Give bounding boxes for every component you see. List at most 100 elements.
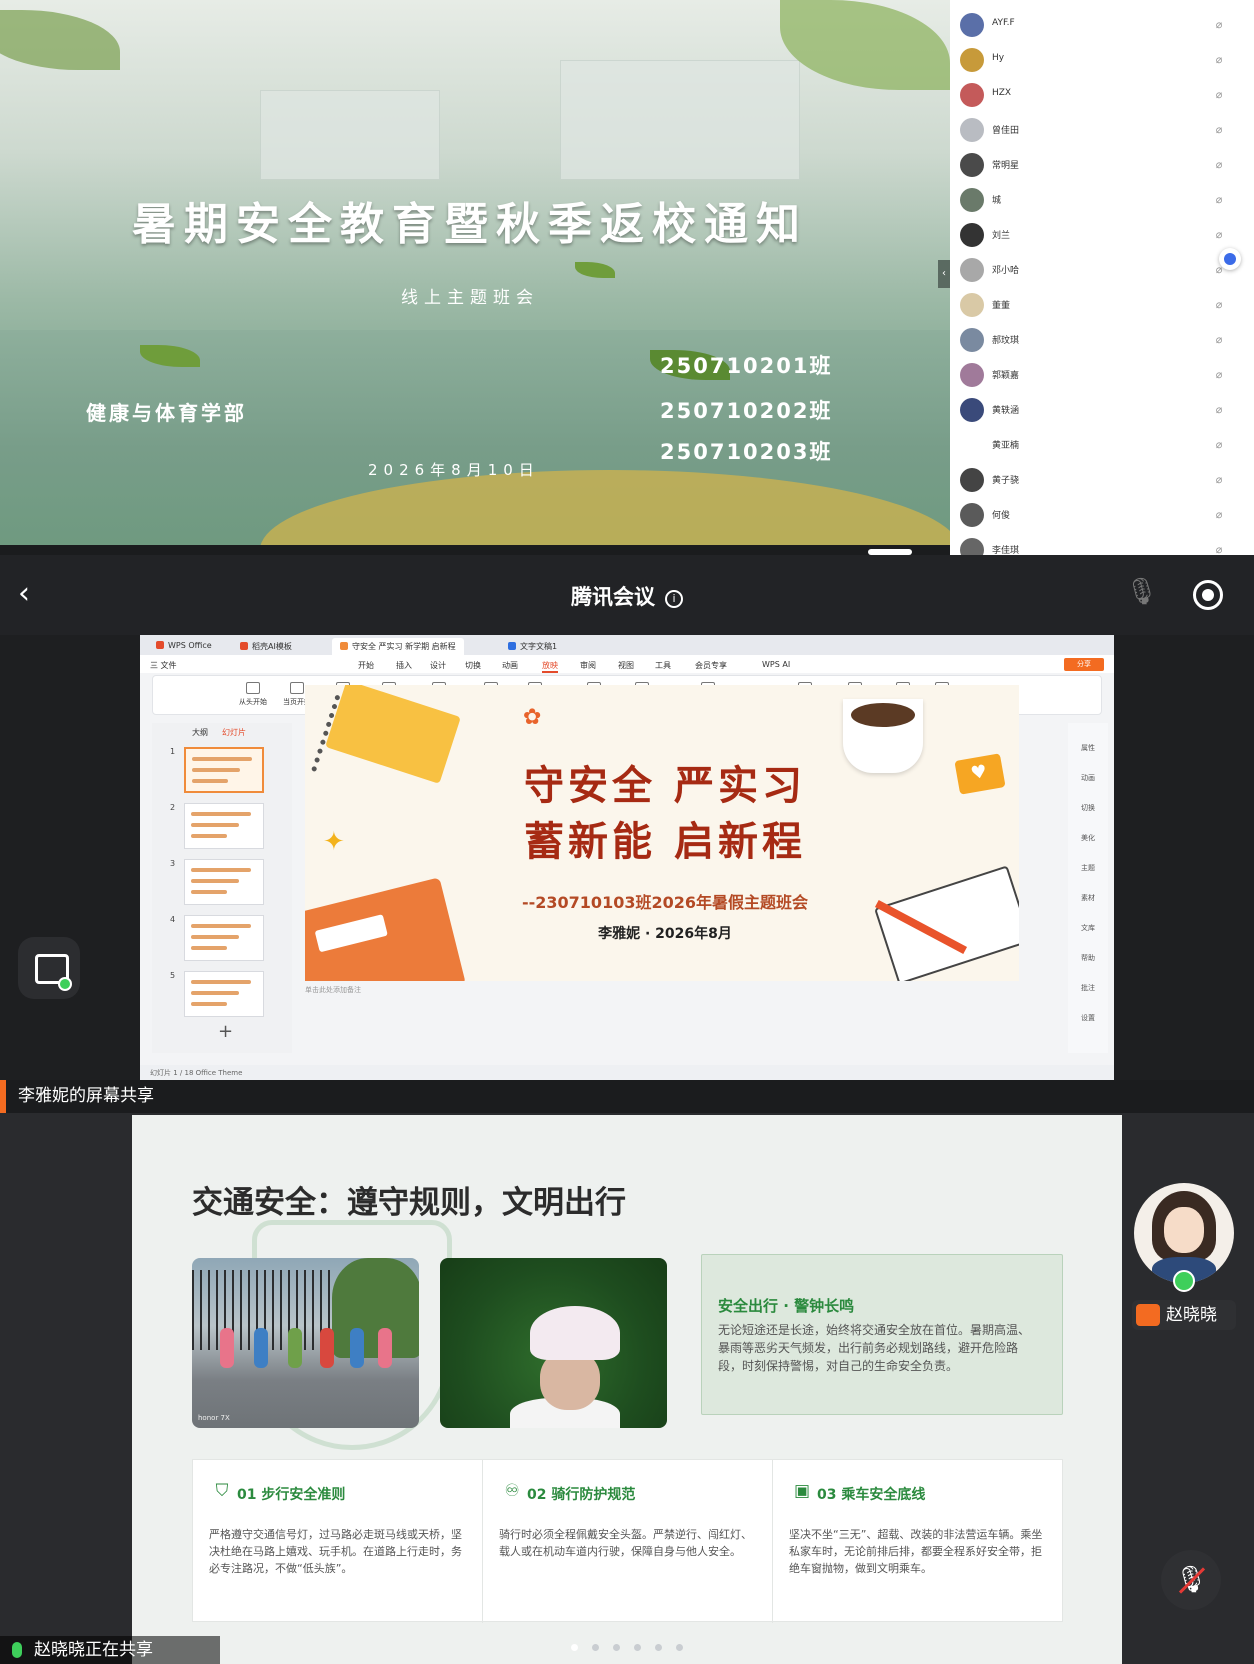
chat-icon[interactable] xyxy=(18,937,80,999)
page-dot[interactable] xyxy=(634,1644,641,1651)
side-rail-item[interactable]: 设置 xyxy=(1076,1013,1100,1023)
class-label: 250710201班 xyxy=(660,354,833,378)
menu-item[interactable]: 三 文件 xyxy=(150,660,177,671)
side-rail-item[interactable]: 动画 xyxy=(1076,773,1100,783)
side-rail-item[interactable]: 批注 xyxy=(1076,983,1100,993)
side-rail-item[interactable]: 主题 xyxy=(1076,863,1100,873)
participant-row[interactable]: 黄轶涵 ⌀ xyxy=(950,395,1254,425)
page-dot[interactable] xyxy=(676,1644,683,1651)
menu-item[interactable]: 会员专享 xyxy=(695,660,727,671)
participant-row[interactable]: 董董 ⌀ xyxy=(950,290,1254,320)
participant-row[interactable]: HZX ⌀ xyxy=(950,80,1254,110)
side-rail-item[interactable]: 属性 xyxy=(1076,743,1100,753)
side-rail-item[interactable]: 美化 xyxy=(1076,833,1100,843)
ribbon-label: 从头开始 xyxy=(239,698,267,706)
muted-mic-icon: ⌀ xyxy=(1215,88,1223,101)
participant-row[interactable]: 黄亚楠 ⌀ xyxy=(950,430,1254,460)
muted-mic-icon: ⌀ xyxy=(1215,438,1223,451)
side-rail-item[interactable]: 帮助 xyxy=(1076,953,1100,963)
participant-name: 郝玟琪 xyxy=(992,336,1020,346)
add-slide-button[interactable]: + xyxy=(218,1021,233,1042)
page-dot[interactable] xyxy=(592,1644,599,1651)
menu-item[interactable]: 切换 xyxy=(465,660,481,671)
participant-row[interactable]: 城 ⌀ xyxy=(950,185,1254,215)
participant-row[interactable]: 李佳琪 ⌀ xyxy=(950,535,1254,555)
wps-tab[interactable]: 守安全 严实习 新学期 启新程 xyxy=(332,638,464,655)
participant-avatar xyxy=(960,328,984,352)
participant-row[interactable]: 曾佳田 ⌀ xyxy=(950,115,1254,145)
side-rail-item[interactable]: 切换 xyxy=(1076,803,1100,813)
speaker-avatar[interactable] xyxy=(1134,1183,1234,1283)
thumbnail-content-line xyxy=(191,980,251,984)
child-figure xyxy=(254,1328,268,1368)
record-button[interactable] xyxy=(1193,580,1223,610)
wps-tab[interactable]: WPS Office xyxy=(148,638,220,655)
slide-thumbnail[interactable] xyxy=(184,971,264,1017)
wps-menu-bar: 分享 三 文件 开始 插入 设计 切换 动画 放映 审阅 视图 工具 会员专享 WPS AI xyxy=(140,655,1114,673)
notes-hint[interactable]: 单击此处添加备注 xyxy=(305,985,1019,997)
floating-assist-button[interactable] xyxy=(1219,248,1241,270)
muted-mic-icon: ⌀ xyxy=(1215,543,1223,555)
page-dot[interactable] xyxy=(655,1644,662,1651)
page-dot[interactable] xyxy=(613,1644,620,1651)
side-rail-item[interactable]: 素材 xyxy=(1076,893,1100,903)
rule-body: 坚决不坐“三无”、超载、改装的非法营运车辆。乘坐私家车时，无论前排后排，都要全程… xyxy=(789,1528,1043,1575)
rule-cycling: ♾ 02 骑行防护规范 骑行时必须全程佩戴安全头盔。严禁逆行、闯红灯、载人或在机… xyxy=(483,1460,773,1623)
wps-tab[interactable]: 稻壳AI模板 xyxy=(232,638,300,655)
participant-name: 常明星 xyxy=(992,161,1020,171)
participant-row[interactable]: 郝玟琪 ⌀ xyxy=(950,325,1254,355)
participant-avatar xyxy=(960,118,984,142)
rule-title: 01 步行安全准则 xyxy=(237,1487,346,1503)
slide-thumbnail[interactable] xyxy=(184,747,264,793)
muted-mic-icon: ⌀ xyxy=(1215,368,1223,381)
muted-mic-icon: ⌀ xyxy=(1215,123,1223,136)
participant-row[interactable]: 刘兰 ⌀ xyxy=(950,220,1254,250)
class-label: 250710202班 xyxy=(660,399,833,423)
thumbnail-content-line xyxy=(191,868,251,872)
thumbnail-content-line xyxy=(191,924,251,928)
participant-row[interactable]: 郭颖嘉 ⌀ xyxy=(950,360,1254,390)
share-button[interactable]: 分享 xyxy=(1064,658,1104,671)
menu-item[interactable]: 动画 xyxy=(502,660,518,671)
info-icon[interactable]: i xyxy=(665,590,683,608)
tab-slides[interactable]: 幻灯片 xyxy=(222,728,246,737)
microphone-icon[interactable]: 🎙 xyxy=(1125,577,1158,613)
participant-name: 黄轶涵 xyxy=(992,406,1020,416)
participant-row[interactable]: 黄子骁 ⌀ xyxy=(950,465,1254,495)
wps-tab-label: 稻壳AI模板 xyxy=(252,642,292,651)
slide-canvas[interactable]: ✿ ✦ 守安全 严实习 蓄新能 启新程 --230710103班2026年暑假主… xyxy=(305,685,1019,981)
menu-item[interactable]: 工具 xyxy=(655,660,671,671)
child-figure xyxy=(220,1328,234,1368)
participant-row[interactable]: Hy ⌀ xyxy=(950,45,1254,75)
menu-item[interactable]: 放映 xyxy=(542,660,558,673)
participant-name: 邓小哈 xyxy=(992,266,1020,276)
participant-name: 黄亚楠 xyxy=(992,441,1020,451)
slide-thumbnail[interactable] xyxy=(184,859,264,905)
menu-item[interactable]: 视图 xyxy=(618,660,634,671)
tab-outline[interactable]: 大纲 xyxy=(192,728,208,737)
menu-item[interactable]: 插入 xyxy=(396,660,412,671)
wps-tab[interactable]: 文字文稿1 xyxy=(500,638,565,655)
slide-thumbnail[interactable] xyxy=(184,915,264,961)
menu-item[interactable]: WPS AI xyxy=(762,660,790,669)
collapse-panel-button[interactable]: ‹ xyxy=(938,260,950,288)
side-rail-item[interactable]: 文库 xyxy=(1076,923,1100,933)
child-figure xyxy=(320,1328,334,1368)
participant-row[interactable]: 邓小哈 ⌀ xyxy=(950,255,1254,285)
status-text: 幻灯片 1 / 18 Office Theme xyxy=(150,1069,243,1077)
muted-mic-icon: ⌀ xyxy=(1215,333,1223,346)
mute-button[interactable]: 🎙 xyxy=(1161,1550,1221,1610)
page-dot[interactable] xyxy=(571,1644,578,1651)
participant-row[interactable]: AYF.F ⌀ xyxy=(950,10,1254,40)
participant-row[interactable]: 常明星 ⌀ xyxy=(950,150,1254,180)
participant-row[interactable]: 何俊 ⌀ xyxy=(950,500,1254,530)
slide-thumbnail[interactable] xyxy=(184,803,264,849)
menu-item[interactable]: 设计 xyxy=(430,660,446,671)
thumbnail-tabs: 大纲 幻灯片 xyxy=(192,727,246,738)
menu-item[interactable]: 审阅 xyxy=(580,660,596,671)
star-icon: ✦ xyxy=(323,827,345,857)
rule-body: 严格遵守交通信号灯，过马路必走斑马线或天桥，坚决杜绝在马路上嬉戏、玩手机。在道路… xyxy=(209,1528,462,1575)
participant-avatar xyxy=(960,363,984,387)
menu-item[interactable]: 开始 xyxy=(358,660,374,671)
ribbon-button[interactable]: 从头开始 xyxy=(239,682,267,707)
